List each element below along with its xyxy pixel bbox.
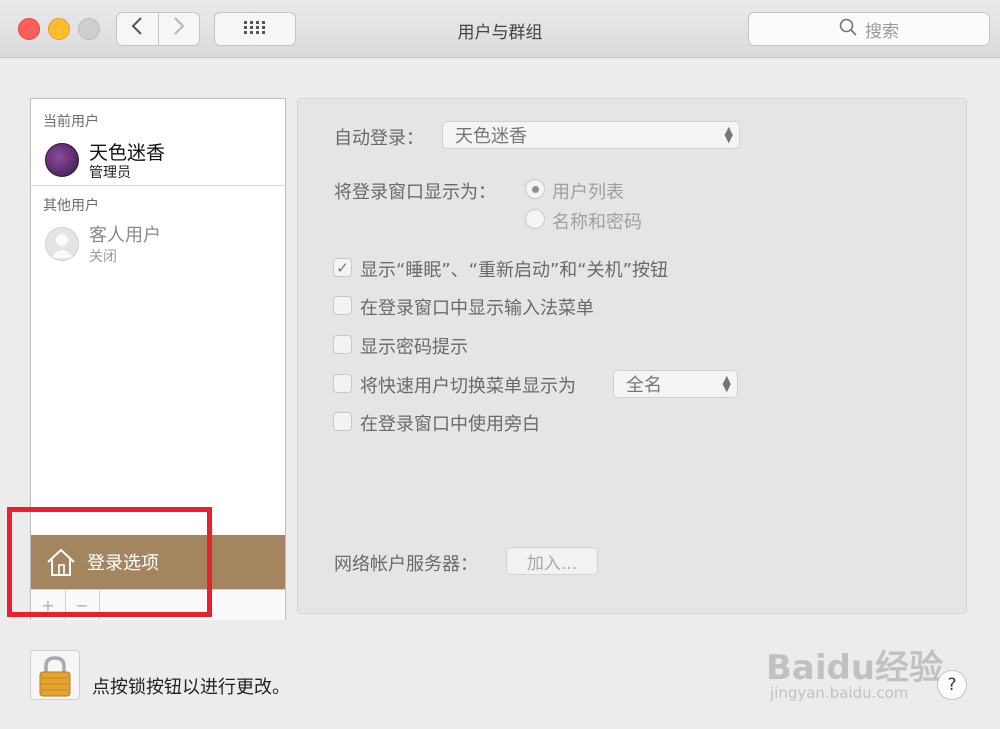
minimize-button[interactable] (48, 18, 70, 40)
guest-avatar-icon (45, 227, 79, 261)
back-button[interactable] (117, 13, 158, 45)
updown-arrows-icon: ▲ ▼ (724, 124, 733, 145)
current-users-label: 当前用户 (43, 114, 99, 130)
radio-user-list-label: 用户列表 (552, 182, 624, 203)
help-button[interactable]: ? (937, 670, 967, 700)
updown-arrows-icon: ▲ ▼ (722, 373, 731, 394)
divider (31, 185, 285, 186)
checkbox-input-menu-label: 在登录窗口中显示输入法菜单 (360, 298, 594, 319)
show-all-button[interactable] (214, 12, 296, 46)
title-bar: 用户与群组 搜索 (0, 0, 1000, 58)
user-row-guest[interactable]: 客人用户 关闭 (31, 219, 285, 267)
zoom-button[interactable] (78, 18, 100, 40)
checkbox-password-hints[interactable] (333, 335, 352, 354)
search-field[interactable]: 搜索 (748, 12, 990, 46)
guest-name: 客人用户 (89, 225, 161, 246)
auto-login-value: 天色迷香 (455, 126, 527, 147)
radio-user-list[interactable] (525, 179, 545, 199)
join-button[interactable]: 加入... (506, 547, 598, 575)
other-users-label: 其他用户 (43, 198, 99, 214)
nav-buttons (116, 12, 200, 46)
search-icon (839, 18, 857, 41)
grid-icon (244, 20, 266, 39)
checkbox-fast-user-switch[interactable] (333, 374, 352, 393)
login-options-panel: 自动登录： 天色迷香 ▲ ▼ 将登录窗口显示为： 用户列表 名称和密码 ✓ 显示“… (297, 98, 967, 614)
user-role: 管理员 (89, 165, 131, 181)
radio-name-password-label: 名称和密码 (552, 212, 642, 233)
close-button[interactable] (18, 18, 40, 40)
auto-login-label: 自动登录： (334, 128, 424, 149)
checkbox-show-power-buttons-label: 显示“睡眠”、“重新启动”和“关机”按钮 (360, 260, 668, 281)
watermark-url: jingyan.baidu.com (770, 684, 909, 702)
radio-name-password[interactable] (525, 209, 545, 229)
lock-text: 点按锁按钮以进行更改。 (92, 677, 290, 698)
checkbox-voiceover-label: 在登录窗口中使用旁白 (360, 414, 540, 435)
chevron-right-icon (173, 16, 185, 42)
user-name: 天色迷香 (89, 142, 166, 164)
checkmark-icon: ✓ (336, 258, 349, 277)
avatar (45, 143, 79, 177)
fast-switch-select[interactable]: 全名 ▲ ▼ (613, 370, 738, 398)
checkbox-fast-user-switch-label: 将快速用户切换菜单显示为 (360, 376, 576, 397)
auto-login-select[interactable]: 天色迷香 ▲ ▼ (442, 121, 740, 149)
user-row-current[interactable]: 天色迷香 管理员 (31, 135, 285, 185)
watermark-brand: Baidu经验 (766, 648, 944, 688)
checkbox-voiceover[interactable] (333, 412, 352, 431)
search-placeholder: 搜索 (865, 21, 899, 42)
network-server-label: 网络帐户服务器： (334, 554, 478, 575)
chevron-left-icon (131, 16, 143, 42)
checkbox-input-menu[interactable] (333, 296, 352, 315)
highlight-annotation (7, 507, 212, 617)
guest-status: 关闭 (89, 249, 117, 265)
checkbox-show-power-buttons[interactable]: ✓ (333, 258, 352, 277)
window-title: 用户与群组 (457, 23, 543, 43)
baidu-watermark: Baidu经验 jingyan.baidu.com (766, 622, 946, 708)
display-as-label: 将登录窗口显示为： (334, 182, 496, 203)
lock-button[interactable] (30, 650, 80, 700)
lock-icon (31, 656, 79, 703)
forward-button[interactable] (157, 13, 200, 45)
checkbox-password-hints-label: 显示密码提示 (360, 337, 468, 358)
fast-switch-value: 全名 (626, 375, 662, 396)
